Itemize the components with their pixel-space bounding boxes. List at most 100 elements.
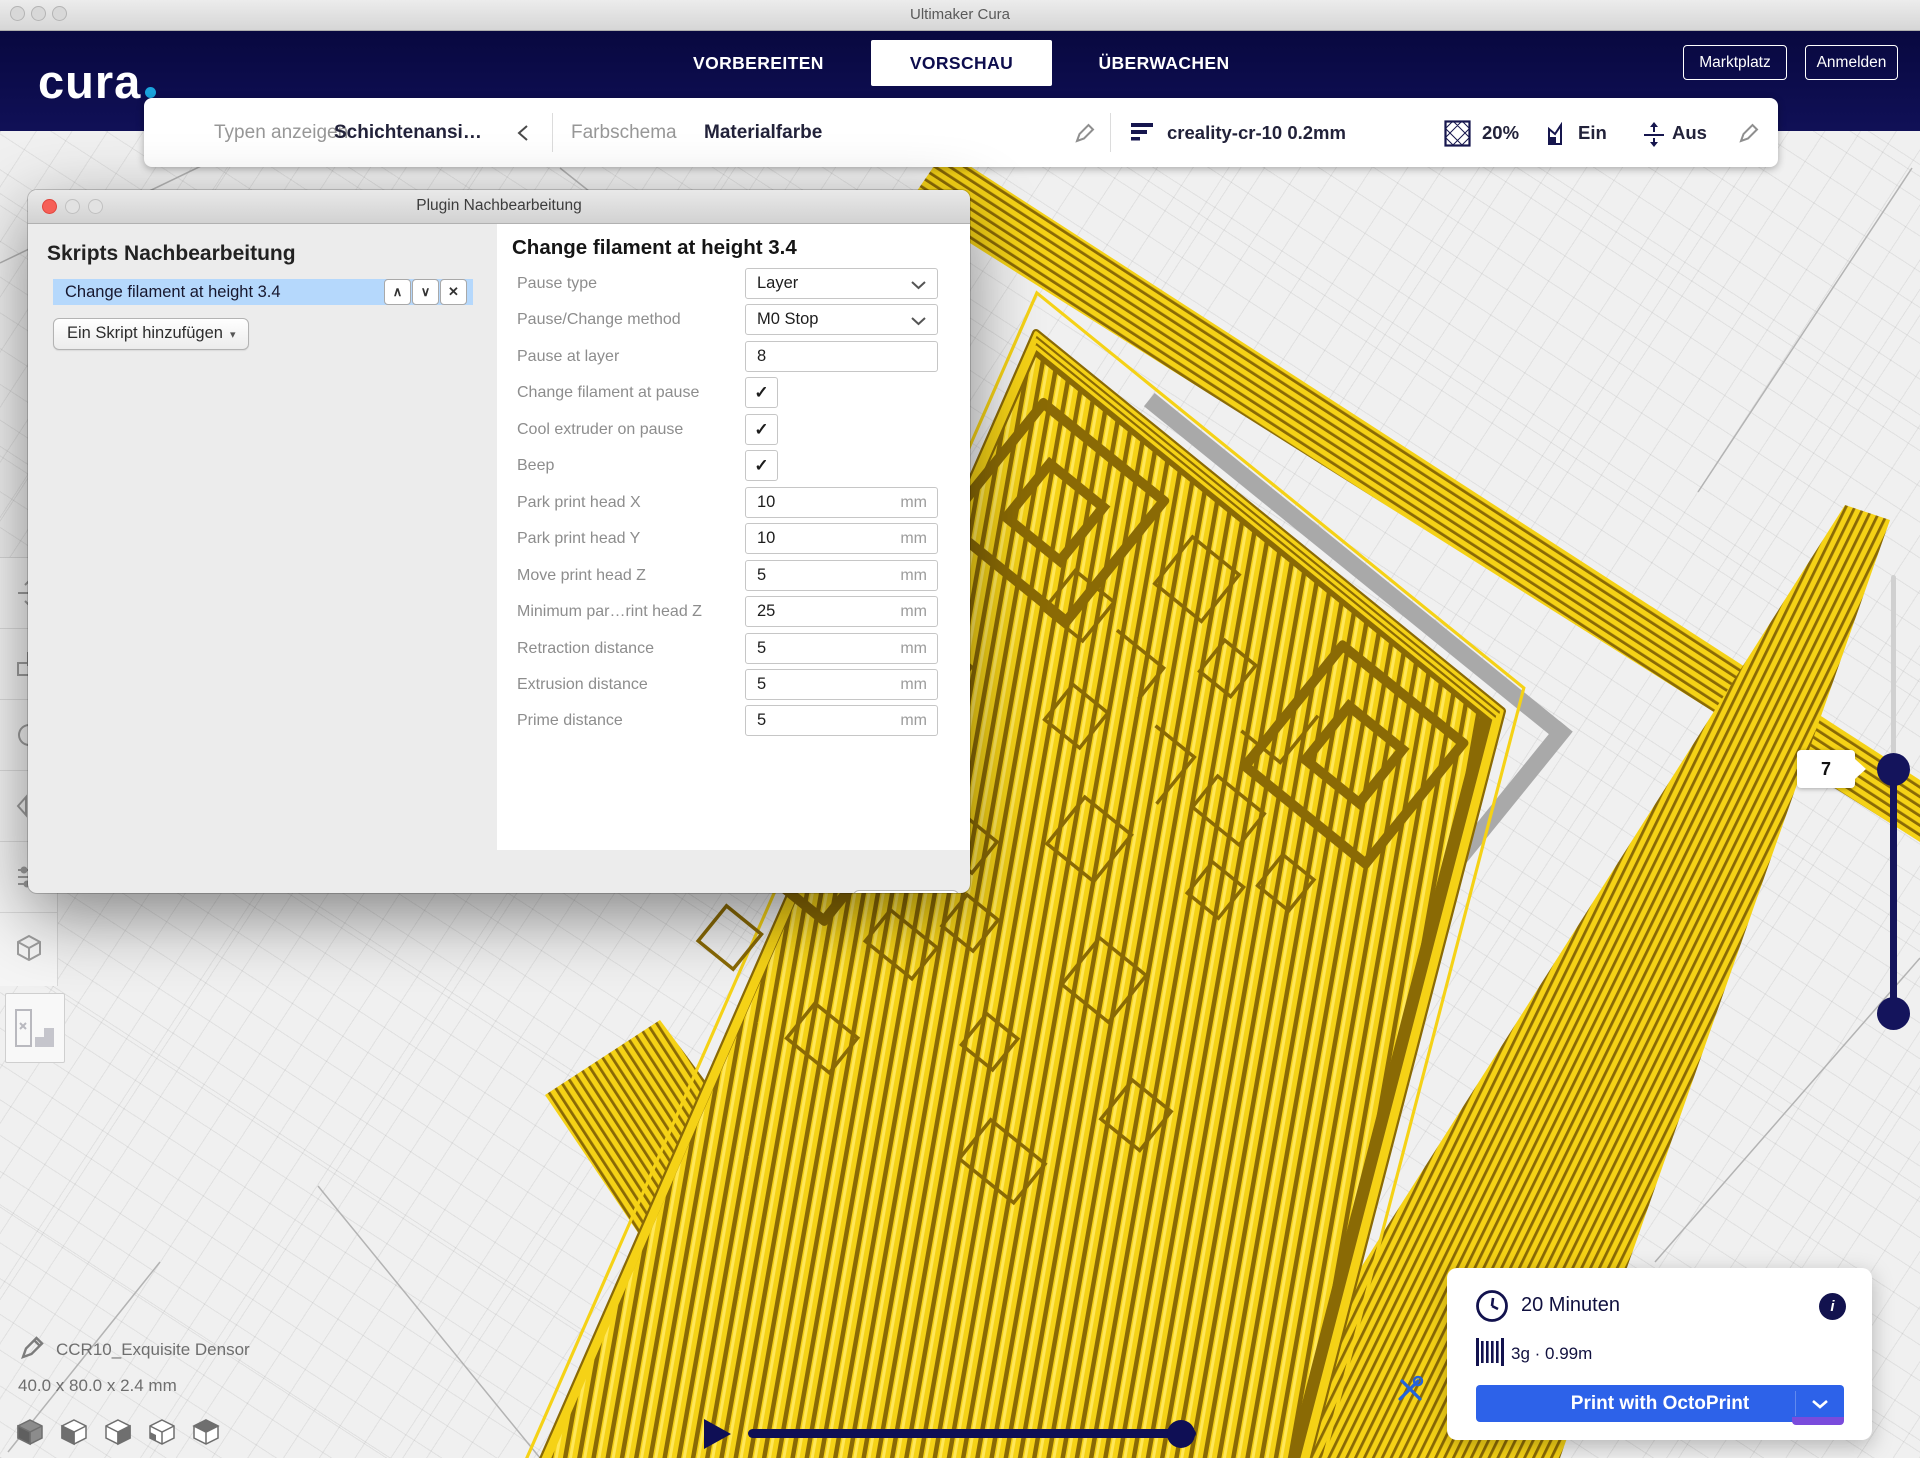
edit-pencil-icon[interactable] (1074, 122, 1096, 144)
dialog-titlebar[interactable]: Plugin Nachbearbeitung (28, 190, 970, 224)
setting-input[interactable]: 10 mm (745, 523, 938, 554)
sign-in-button[interactable]: Anmelden (1805, 45, 1898, 80)
model-dimensions: 40.0 x 80.0 x 2.4 mm (18, 1376, 177, 1396)
play-button[interactable] (704, 1419, 731, 1449)
input-value: 10 (757, 488, 775, 517)
setting-select[interactable]: M0 Stop (745, 304, 938, 335)
setting-row: Retraction distance5mm (497, 633, 970, 665)
octoprint-wrench-icon[interactable] (1395, 1374, 1425, 1404)
color-scheme-value[interactable]: Materialfarbe (704, 98, 822, 167)
printer-profile-value[interactable]: creality-cr-10 0.2mm (1167, 98, 1346, 167)
tab-ueberwachen[interactable]: ÜBERWACHEN (1096, 40, 1232, 86)
remove-script-button[interactable]: ✕ (440, 279, 467, 305)
setting-input[interactable]: 5 mm (745, 560, 938, 591)
dialog-zoom-button[interactable] (88, 199, 103, 214)
setting-label: Pause/Change method (517, 304, 681, 336)
layer-slider-track-upper[interactable] (1891, 575, 1896, 775)
setting-label: Change filament at pause (517, 377, 699, 409)
support-value[interactable]: Ein (1578, 98, 1607, 167)
model-name[interactable]: CCR10_Exquisite Densor (56, 1340, 250, 1360)
script-settings-pane: Change filament at height 3.4 Pause type… (497, 224, 970, 850)
chevron-left-icon[interactable] (516, 124, 529, 142)
setting-checkbox[interactable]: ✓ (745, 414, 778, 445)
print-with-octoprint-button[interactable]: Print with OctoPrint (1476, 1385, 1844, 1422)
cura-logo: cura (38, 58, 156, 105)
add-script-button[interactable]: Ein Skript hinzufügen ▾ (53, 318, 249, 350)
playback-slider-handle[interactable] (1167, 1420, 1195, 1448)
view-type-value[interactable]: Schichtenansi… (334, 98, 482, 167)
view-cube-right[interactable] (192, 1418, 220, 1446)
support-blocker-icon (14, 933, 44, 963)
rename-pencil-icon[interactable] (20, 1334, 46, 1360)
input-unit: mm (900, 561, 927, 590)
input-unit: mm (900, 597, 927, 626)
setting-input[interactable]: 8 (745, 341, 938, 372)
dialog-close-button[interactable] (42, 199, 57, 214)
window-titlebar[interactable]: Ultimaker Cura (0, 0, 1920, 31)
move-script-up-button[interactable]: ∧ (384, 279, 411, 305)
tab-vorschau[interactable]: VORSCHAU (871, 40, 1052, 86)
support-blocker-button[interactable] (0, 913, 57, 983)
setting-label: Pause at layer (517, 341, 619, 373)
dialog-minimize-button[interactable] (65, 199, 80, 214)
input-value: 10 (757, 524, 775, 553)
setting-label: Move print head Z (517, 560, 646, 592)
caret-down-icon: ▾ (230, 329, 236, 341)
select-value: Layer (757, 269, 798, 298)
input-unit: mm (900, 706, 927, 735)
layer-slider-bottom-handle[interactable] (1877, 997, 1910, 1030)
object-list-button[interactable] (5, 993, 65, 1063)
setting-row: Extrusion distance5mm (497, 669, 970, 701)
script-list-item-selected[interactable]: Change filament at height 3.4 ∧ ∨ ✕ (53, 279, 473, 305)
setting-checkbox[interactable]: ✓ (745, 377, 778, 408)
tab-vorbereiten[interactable]: VORBEREITEN (693, 40, 823, 86)
infill-icon (1444, 120, 1471, 147)
print-job-panel: 20 Minuten i 3g · 0.99m Print with OctoP… (1447, 1268, 1872, 1440)
layer-slider-track[interactable] (1890, 769, 1897, 1014)
setting-row: Prime distance 5mm (497, 705, 970, 737)
toolbar-divider (1110, 113, 1111, 152)
playback-slider-track[interactable] (748, 1429, 1196, 1438)
view-cube-3d[interactable] (16, 1418, 44, 1446)
infill-value[interactable]: 20% (1482, 98, 1519, 167)
setting-input[interactable]: 25 mm (745, 596, 938, 627)
printer-profile-icon (1131, 123, 1155, 142)
color-scheme-label: Farbschema (571, 98, 677, 167)
setting-input[interactable]: 5mm (745, 633, 938, 664)
input-value: 5 (757, 561, 766, 590)
view-cube-left[interactable] (148, 1418, 176, 1446)
move-script-down-button[interactable]: ∨ (412, 279, 439, 305)
setting-row: Pause type Layer (497, 268, 970, 300)
chevron-down-icon[interactable] (1811, 1399, 1829, 1409)
script-name: Change filament at height 3.4 (65, 279, 281, 305)
clock-icon (1475, 1289, 1510, 1324)
window-title: Ultimaker Cura (0, 6, 1920, 23)
adhesion-value[interactable]: Aus (1672, 98, 1707, 167)
layer-slider-top-handle[interactable] (1877, 753, 1910, 786)
view-cube-front[interactable] (60, 1418, 88, 1446)
edit-pencil-icon[interactable] (1738, 122, 1760, 144)
application-window: Ultimaker Cura cura VORBEREITEN VORSCHAU… (0, 0, 1920, 1458)
toolbar-divider (552, 113, 553, 152)
add-script-label: Ein Skript hinzufügen (67, 324, 223, 342)
setting-label: Pause type (517, 268, 597, 300)
close-dialog-button[interactable]: Schließen (853, 890, 959, 893)
setting-select[interactable]: Layer (745, 268, 938, 299)
input-unit: mm (900, 524, 927, 553)
stairs-icon (13, 1005, 57, 1051)
setting-input[interactable]: 5mm (745, 705, 938, 736)
setting-input[interactable]: 10mm (745, 487, 938, 518)
setting-input[interactable]: 5mm (745, 669, 938, 700)
current-layer-badge: 7 (1797, 750, 1855, 788)
setting-label: Cool extruder on pause (517, 414, 683, 446)
setting-label: Prime distance (517, 705, 623, 737)
setting-label: Minimum par…rint head Z (517, 596, 702, 628)
setting-checkbox[interactable]: ✓ (745, 450, 778, 481)
info-icon[interactable]: i (1819, 1293, 1846, 1320)
support-icon (1546, 122, 1570, 146)
input-value: 25 (757, 597, 775, 626)
view-cube-top[interactable] (104, 1418, 132, 1446)
input-value: 5 (757, 670, 766, 699)
setting-row: Move print head Z 5 mm (497, 560, 970, 592)
marketplace-button[interactable]: Marktplatz (1683, 45, 1787, 80)
